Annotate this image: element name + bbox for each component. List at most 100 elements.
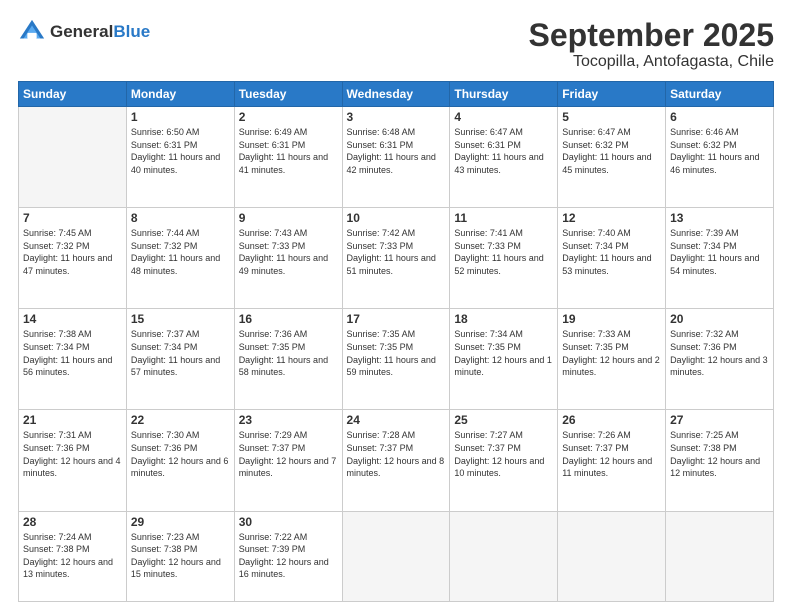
col-wednesday: Wednesday (342, 82, 450, 107)
day-info: Sunrise: 7:39 AMSunset: 7:34 PMDaylight:… (670, 227, 769, 277)
calendar-cell: 12 Sunrise: 7:40 AMSunset: 7:34 PMDayligh… (558, 208, 666, 309)
calendar-cell: 15 Sunrise: 7:37 AMSunset: 7:34 PMDayligh… (126, 309, 234, 410)
day-number: 27 (670, 413, 769, 427)
day-info: Sunrise: 7:35 AMSunset: 7:35 PMDaylight:… (347, 328, 446, 378)
day-info: Sunrise: 7:37 AMSunset: 7:34 PMDaylight:… (131, 328, 230, 378)
day-info: Sunrise: 6:48 AMSunset: 6:31 PMDaylight:… (347, 126, 446, 176)
day-info: Sunrise: 7:30 AMSunset: 7:36 PMDaylight:… (131, 429, 230, 479)
calendar-cell: 22 Sunrise: 7:30 AMSunset: 7:36 PMDayligh… (126, 410, 234, 511)
day-number: 13 (670, 211, 769, 225)
day-number: 25 (454, 413, 553, 427)
week-row-4: 21 Sunrise: 7:31 AMSunset: 7:36 PMDayligh… (19, 410, 774, 511)
day-number: 30 (239, 515, 338, 529)
calendar-cell: 21 Sunrise: 7:31 AMSunset: 7:36 PMDayligh… (19, 410, 127, 511)
day-number: 26 (562, 413, 661, 427)
day-info: Sunrise: 7:36 AMSunset: 7:35 PMDaylight:… (239, 328, 338, 378)
day-info: Sunrise: 7:38 AMSunset: 7:34 PMDaylight:… (23, 328, 122, 378)
day-number: 14 (23, 312, 122, 326)
day-number: 28 (23, 515, 122, 529)
main-title: September 2025 (529, 18, 774, 53)
calendar-cell: 6Sunrise: 6:46 AMSunset: 6:32 PMDaylight… (666, 107, 774, 208)
calendar-cell: 10 Sunrise: 7:42 AMSunset: 7:33 PMDayligh… (342, 208, 450, 309)
col-saturday: Saturday (666, 82, 774, 107)
calendar-cell: 20Sunrise: 7:32 AMSunset: 7:36 PMDayligh… (666, 309, 774, 410)
col-friday: Friday (558, 82, 666, 107)
calendar-cell: 14 Sunrise: 7:38 AMSunset: 7:34 PMDayligh… (19, 309, 127, 410)
day-info: Sunrise: 6:47 AMSunset: 6:31 PMDaylight:… (454, 126, 553, 176)
calendar-cell: 27 Sunrise: 7:25 AMSunset: 7:38 PMDayligh… (666, 410, 774, 511)
calendar-cell: 11 Sunrise: 7:41 AMSunset: 7:33 PMDayligh… (450, 208, 558, 309)
day-number: 23 (239, 413, 338, 427)
day-number: 17 (347, 312, 446, 326)
day-info: Sunrise: 7:45 AMSunset: 7:32 PMDaylight:… (23, 227, 122, 277)
day-number: 18 (454, 312, 553, 326)
calendar-cell: 1Sunrise: 6:50 AMSunset: 6:31 PMDaylight… (126, 107, 234, 208)
day-number: 11 (454, 211, 553, 225)
day-number: 8 (131, 211, 230, 225)
week-row-1: 1Sunrise: 6:50 AMSunset: 6:31 PMDaylight… (19, 107, 774, 208)
logo-blue-text: Blue (113, 22, 150, 42)
day-info: Sunrise: 7:41 AMSunset: 7:33 PMDaylight:… (454, 227, 553, 277)
calendar-cell: 25 Sunrise: 7:27 AMSunset: 7:37 PMDayligh… (450, 410, 558, 511)
day-number: 24 (347, 413, 446, 427)
calendar-cell: 17 Sunrise: 7:35 AMSunset: 7:35 PMDayligh… (342, 309, 450, 410)
day-number: 10 (347, 211, 446, 225)
day-info: Sunrise: 7:27 AMSunset: 7:37 PMDaylight:… (454, 429, 553, 479)
day-info: Sunrise: 7:25 AMSunset: 7:38 PMDaylight:… (670, 429, 769, 479)
day-number: 12 (562, 211, 661, 225)
day-number: 19 (562, 312, 661, 326)
day-info: Sunrise: 7:42 AMSunset: 7:33 PMDaylight:… (347, 227, 446, 277)
day-number: 6 (670, 110, 769, 124)
day-info: Sunrise: 7:40 AMSunset: 7:34 PMDaylight:… (562, 227, 661, 277)
col-thursday: Thursday (450, 82, 558, 107)
col-monday: Monday (126, 82, 234, 107)
day-info: Sunrise: 7:23 AMSunset: 7:38 PMDaylight:… (131, 531, 230, 581)
calendar-header-row: Sunday Monday Tuesday Wednesday Thursday… (19, 82, 774, 107)
day-number: 15 (131, 312, 230, 326)
calendar-cell: 13 Sunrise: 7:39 AMSunset: 7:34 PMDayligh… (666, 208, 774, 309)
calendar-cell: 28 Sunrise: 7:24 AMSunset: 7:38 PMDayligh… (19, 511, 127, 602)
day-number: 21 (23, 413, 122, 427)
day-info: Sunrise: 7:33 AMSunset: 7:35 PMDaylight:… (562, 328, 661, 378)
calendar-cell: 5 Sunrise: 6:47 AMSunset: 6:32 PMDaylight… (558, 107, 666, 208)
calendar-table: Sunday Monday Tuesday Wednesday Thursday… (18, 81, 774, 602)
day-info: Sunrise: 7:26 AMSunset: 7:37 PMDaylight:… (562, 429, 661, 479)
calendar-cell (19, 107, 127, 208)
week-row-5: 28 Sunrise: 7:24 AMSunset: 7:38 PMDayligh… (19, 511, 774, 602)
calendar-cell: 26 Sunrise: 7:26 AMSunset: 7:37 PMDayligh… (558, 410, 666, 511)
col-tuesday: Tuesday (234, 82, 342, 107)
day-info: Sunrise: 7:31 AMSunset: 7:36 PMDaylight:… (23, 429, 122, 479)
day-info: Sunrise: 6:47 AMSunset: 6:32 PMDaylight:… (562, 126, 661, 176)
calendar-cell: 29 Sunrise: 7:23 AMSunset: 7:38 PMDayligh… (126, 511, 234, 602)
day-info: Sunrise: 7:24 AMSunset: 7:38 PMDaylight:… (23, 531, 122, 581)
day-number: 29 (131, 515, 230, 529)
sub-title: Tocopilla, Antofagasta, Chile (529, 53, 774, 71)
week-row-2: 7Sunrise: 7:45 AMSunset: 7:32 PMDaylight… (19, 208, 774, 309)
day-number: 22 (131, 413, 230, 427)
day-info: Sunrise: 7:29 AMSunset: 7:37 PMDaylight:… (239, 429, 338, 479)
calendar-cell (666, 511, 774, 602)
week-row-3: 14 Sunrise: 7:38 AMSunset: 7:34 PMDayligh… (19, 309, 774, 410)
calendar-cell: 19 Sunrise: 7:33 AMSunset: 7:35 PMDayligh… (558, 309, 666, 410)
calendar-cell (342, 511, 450, 602)
calendar-cell: 18Sunrise: 7:34 AMSunset: 7:35 PMDayligh… (450, 309, 558, 410)
calendar-cell: 9Sunrise: 7:43 AMSunset: 7:33 PMDaylight… (234, 208, 342, 309)
page: GeneralBlue September 2025 Tocopilla, An… (0, 0, 792, 612)
logo-general-text: General (50, 22, 113, 42)
day-number: 16 (239, 312, 338, 326)
day-number: 5 (562, 110, 661, 124)
logo-text: GeneralBlue (50, 22, 150, 42)
calendar-cell: 16 Sunrise: 7:36 AMSunset: 7:35 PMDayligh… (234, 309, 342, 410)
day-number: 4 (454, 110, 553, 124)
title-block: September 2025 Tocopilla, Antofagasta, C… (529, 18, 774, 71)
calendar-cell: 3 Sunrise: 6:48 AMSunset: 6:31 PMDaylight… (342, 107, 450, 208)
day-number: 3 (347, 110, 446, 124)
logo-icon (18, 18, 46, 46)
calendar-cell (450, 511, 558, 602)
calendar-cell: 23 Sunrise: 7:29 AMSunset: 7:37 PMDayligh… (234, 410, 342, 511)
day-info: Sunrise: 7:32 AMSunset: 7:36 PMDaylight:… (670, 328, 769, 378)
day-number: 1 (131, 110, 230, 124)
calendar-cell: 7Sunrise: 7:45 AMSunset: 7:32 PMDaylight… (19, 208, 127, 309)
day-info: Sunrise: 6:49 AMSunset: 6:31 PMDaylight:… (239, 126, 338, 176)
day-info: Sunrise: 7:22 AMSunset: 7:39 PMDaylight:… (239, 531, 338, 581)
